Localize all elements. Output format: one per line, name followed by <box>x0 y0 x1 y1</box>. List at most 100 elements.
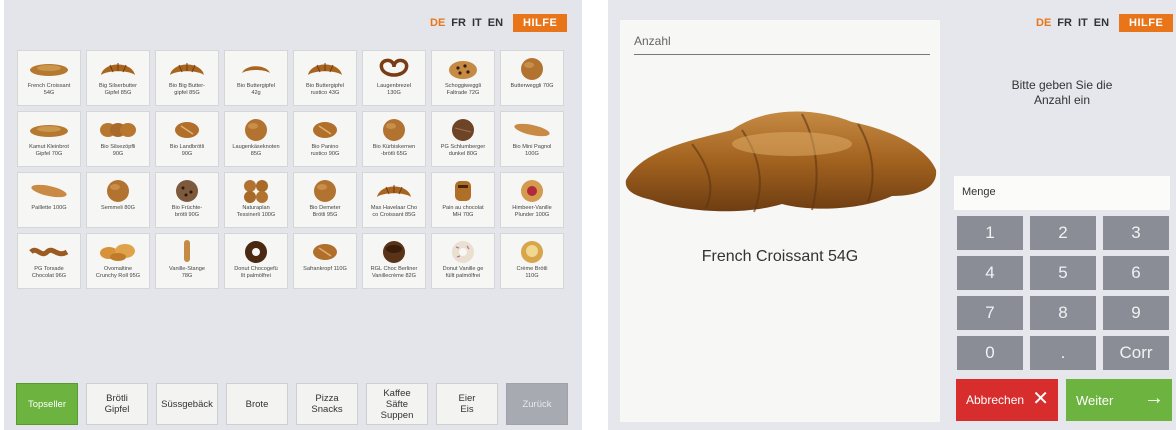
category-button[interactable]: Kaffee Säfte Suppen <box>366 383 428 425</box>
lang-en[interactable]: EN <box>488 17 503 29</box>
product-tile[interactable]: Donut Vanille ge füllt palmölfrei <box>431 233 495 289</box>
product-tile[interactable]: Paillette 100G <box>17 172 81 228</box>
lang-en[interactable]: EN <box>1094 17 1109 29</box>
product-tile[interactable]: Bio Silsezöpfli 90G <box>86 111 150 167</box>
product-name: French Croissant 54G <box>701 248 859 265</box>
product-name-label: PG Torsade Chocolat 96G <box>31 266 67 279</box>
product-name-label: Himbeer-Vanille Plunder 100G <box>512 205 552 218</box>
product-tile[interactable]: Big Silserbutter Gipfel 85G <box>86 50 150 106</box>
lang-de[interactable]: DE <box>1036 17 1051 29</box>
digit-key-8[interactable]: 8 <box>1030 296 1096 330</box>
product-tile[interactable]: Kamut Kleinbrot Gipfel 70G <box>17 111 81 167</box>
croissant-icon <box>305 55 345 81</box>
product-tile[interactable]: Bio Buttergipfel 42g <box>224 50 288 106</box>
product-tile[interactable]: Bio Früchte- brötli 90G <box>155 172 219 228</box>
product-name-label: Big Silserbutter Gipfel 85G <box>99 83 137 96</box>
digit-key-5[interactable]: 5 <box>1030 256 1096 290</box>
correct-key[interactable]: Corr <box>1103 336 1169 370</box>
back-button[interactable]: Zurück <box>506 383 568 425</box>
chocolate-bun-icon <box>443 55 483 81</box>
digit-key-2[interactable]: 2 <box>1030 216 1096 250</box>
product-tile[interactable]: Max Havelaar Cho co Croissant 85G <box>362 172 426 228</box>
product-tile[interactable]: PG Torsade Chocolat 96G <box>17 233 81 289</box>
digit-key-9[interactable]: 9 <box>1103 296 1169 330</box>
product-tile[interactable]: Safrankropf 110G <box>293 233 357 289</box>
product-name-label: Bio Früchte- brötli 90G <box>171 205 203 218</box>
product-tile[interactable]: French Croissant 54G <box>17 50 81 106</box>
cancel-button[interactable]: Abbrechen ✕ <box>956 379 1058 421</box>
cancel-label: Abbrechen <box>966 393 1025 407</box>
croissant-image <box>625 111 937 213</box>
numeric-keypad: 1 2 3 4 5 6 7 8 9 0. Corr <box>957 216 1169 370</box>
lang-de[interactable]: DE <box>430 17 445 29</box>
category-button[interactable]: Pizza Snacks <box>296 383 358 425</box>
product-tile[interactable]: Laugenbrezel 130G <box>362 50 426 106</box>
torsade-icon <box>29 238 69 264</box>
digit-key-0[interactable]: 0 <box>957 336 1023 370</box>
product-tile[interactable]: Vanille-Stange 78G <box>155 233 219 289</box>
croissant-icon <box>167 55 207 81</box>
product-tile[interactable]: Pain au chocolat MH 70G <box>431 172 495 228</box>
product-name-label: Donut Chocogefü llt palmölfrei <box>234 266 278 279</box>
product-name-label: French Croissant 54G <box>27 83 71 96</box>
amount-field[interactable]: Menge <box>954 176 1170 210</box>
braid-icon <box>98 116 138 142</box>
help-button[interactable]: HILFE <box>513 14 568 32</box>
digit-key-3[interactable]: 3 <box>1103 216 1169 250</box>
decimal-key[interactable]: . <box>1030 336 1096 370</box>
product-tile[interactable]: PG Schlumberger dunkel 80G <box>431 111 495 167</box>
category-button[interactable]: Brötli Gipfel <box>86 383 148 425</box>
round-bun-icon <box>236 116 276 142</box>
product-name-label: Bio Panino rustico 90G <box>310 144 340 157</box>
product-name-label: RGL Choc Berliner Vanillecrème 82G <box>370 266 418 279</box>
digit-key-1[interactable]: 1 <box>957 216 1023 250</box>
quantity-divider <box>634 54 930 55</box>
category-button[interactable]: Süssgebäck <box>156 383 218 425</box>
digit-key-6[interactable]: 6 <box>1103 256 1169 290</box>
product-tile[interactable]: Semmeli 80G <box>86 172 150 228</box>
stick-icon <box>167 238 207 264</box>
lang-it[interactable]: IT <box>472 17 482 29</box>
digit-key-7[interactable]: 7 <box>957 296 1023 330</box>
product-tile[interactable]: Butterweggli 70G <box>500 50 564 106</box>
category-button[interactable]: Topseller <box>16 383 78 425</box>
product-name-label: Laugenbrezel 130G <box>377 83 411 96</box>
lang-fr[interactable]: FR <box>1057 17 1072 29</box>
product-tile[interactable]: RGL Choc Berliner Vanillecrème 82G <box>362 233 426 289</box>
product-tile[interactable]: Ovomaltine Crunchy Roll 95G <box>86 233 150 289</box>
round-bun-icon <box>512 55 552 81</box>
product-tile[interactable]: Bio Landbrötli 90G <box>155 111 219 167</box>
product-tile[interactable]: Bio Demeter Brötli 95G <box>293 172 357 228</box>
tessiner-icon <box>236 177 276 203</box>
language-bar: DE FR IT EN HILFE <box>430 14 568 32</box>
product-grid: French Croissant 54G Big Silserbutter Gip… <box>17 50 564 289</box>
product-name-label: Bio Kürbiskernen -brötli 65G <box>372 144 416 157</box>
product-tile[interactable]: Bio Mini Pagnol 100G <box>500 111 564 167</box>
product-name-label: Bio Buttergipfel 42g <box>237 83 275 96</box>
next-button[interactable]: Weiter → <box>1066 379 1172 421</box>
product-tile[interactable]: Crème Brötli 110G <box>500 233 564 289</box>
round-bun-icon <box>374 116 414 142</box>
product-name-label: Bio Silsezöpfli 90G <box>100 144 136 157</box>
pastry-icon <box>512 177 552 203</box>
product-tile[interactable]: Himbeer-Vanille Plunder 100G <box>500 172 564 228</box>
product-tile[interactable]: Laugenkäseknoten 85G <box>224 111 288 167</box>
category-button[interactable]: Eier Eis <box>436 383 498 425</box>
product-tile[interactable]: Donut Chocogefü llt palmölfrei <box>224 233 288 289</box>
product-tile[interactable]: Bio Buttergipfel rustico 43G <box>293 50 357 106</box>
product-tile[interactable]: Schoggiweggli Faltrade 72G <box>431 50 495 106</box>
help-button[interactable]: HILFE <box>1119 14 1174 32</box>
lang-it[interactable]: IT <box>1078 17 1088 29</box>
product-tile[interactable]: Naturaplan Tessinerli 100G <box>224 172 288 228</box>
category-button[interactable]: Brote <box>226 383 288 425</box>
roll-icon <box>305 238 345 264</box>
product-tile[interactable]: Bio Panino rustico 90G <box>293 111 357 167</box>
round-bun-icon <box>305 177 345 203</box>
product-tile[interactable]: Bio Big Butter- gipfel 85G <box>155 50 219 106</box>
digit-key-4[interactable]: 4 <box>957 256 1023 290</box>
product-name-label: Bio Landbrötli 90G <box>169 144 205 157</box>
product-tile[interactable]: Bio Kürbiskernen -brötli 65G <box>362 111 426 167</box>
lang-fr[interactable]: FR <box>451 17 466 29</box>
product-name-label: Bio Demeter Brötli 95G <box>309 205 341 218</box>
product-name-label: PG Schlumberger dunkel 80G <box>440 144 486 157</box>
